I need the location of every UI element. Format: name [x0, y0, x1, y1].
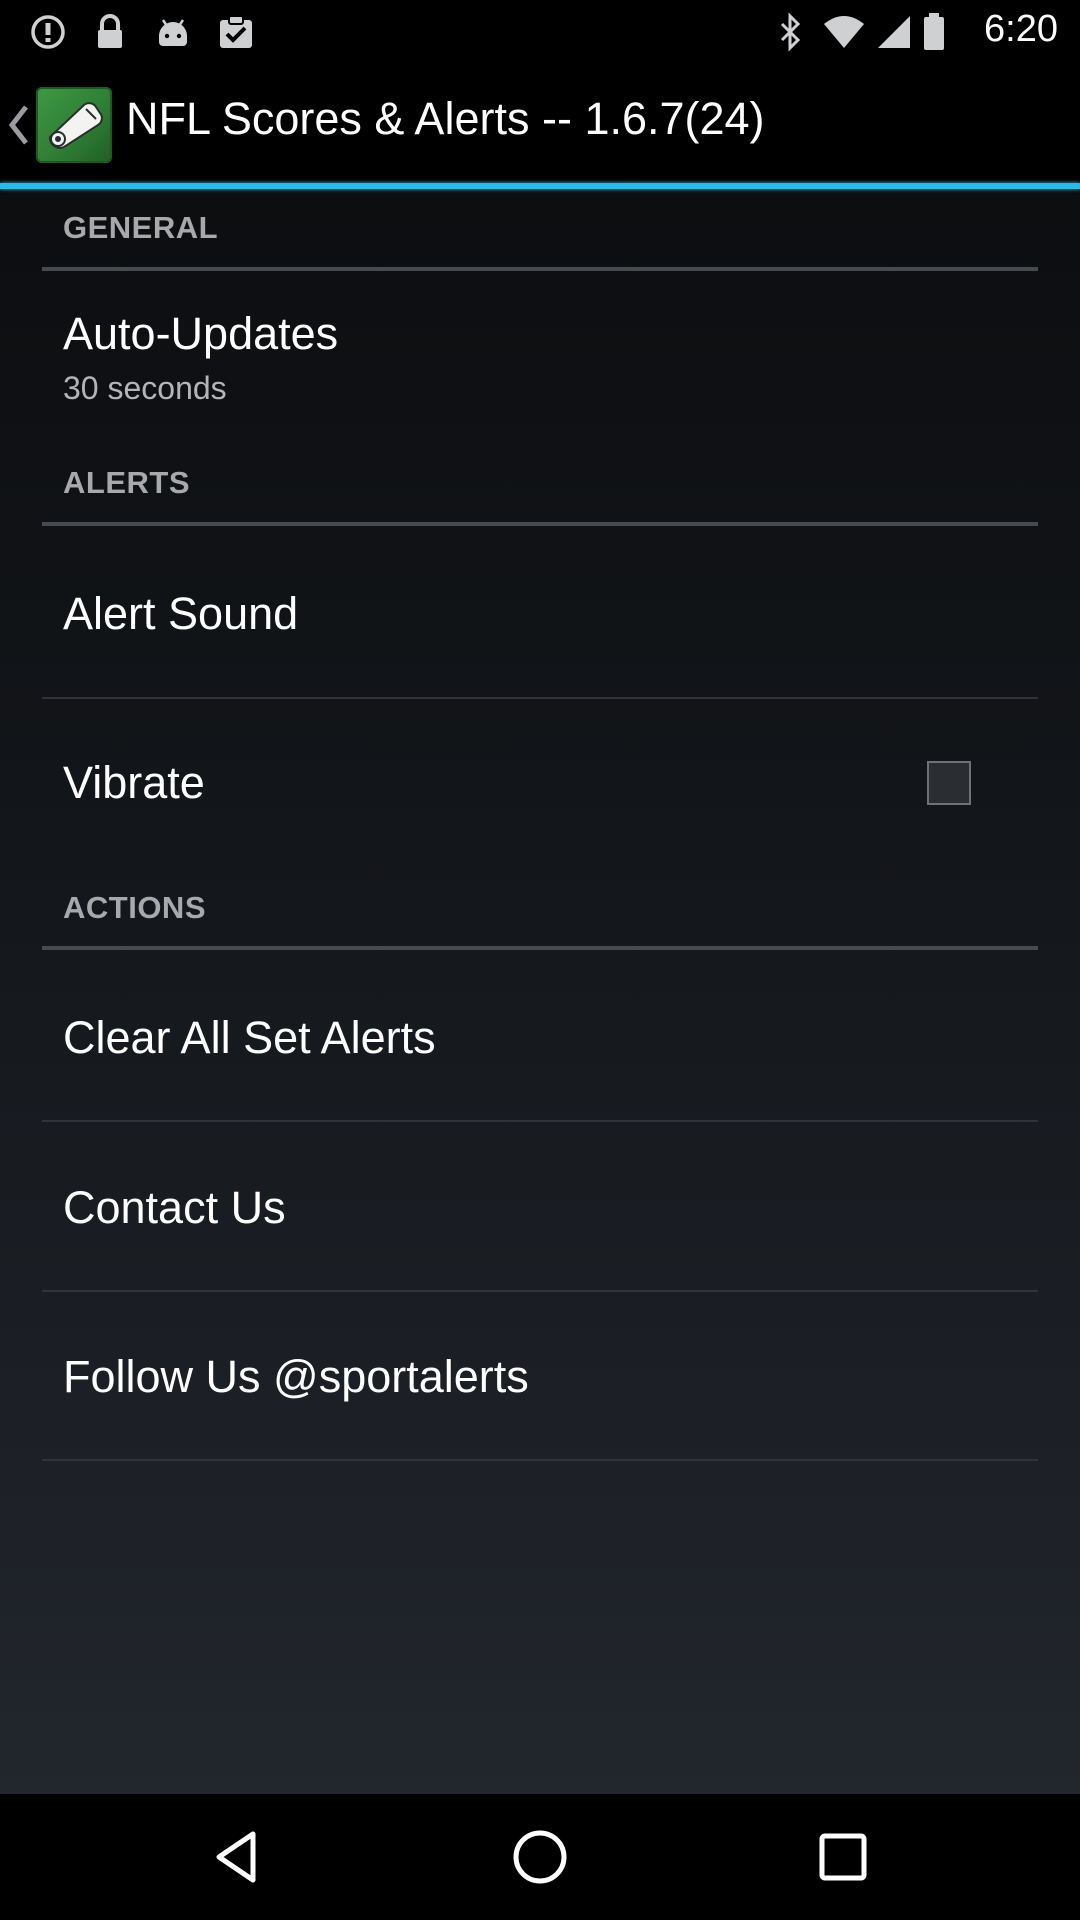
follow-us-title: Follow Us @sportalerts	[63, 1351, 529, 1402]
section-divider-general	[42, 267, 1038, 271]
battery-icon	[924, 13, 944, 50]
status-bar: 6:20	[0, 0, 1080, 63]
vibrate-checkbox[interactable]	[927, 761, 971, 805]
recents-icon[interactable]	[810, 1824, 876, 1890]
status-time: 6:20	[984, 8, 1058, 50]
section-divider-actions	[42, 946, 1038, 950]
divider	[42, 697, 1038, 699]
bluetooth-icon	[780, 12, 801, 52]
home-icon[interactable]	[507, 1824, 573, 1890]
action-bar: NFL Scores & Alerts -- 1.6.7(24)	[0, 63, 1080, 183]
back-icon[interactable]	[205, 1824, 271, 1890]
alert-sound-title: Alert Sound	[63, 588, 299, 639]
clipboard-check-icon	[220, 15, 252, 48]
info-icon	[31, 15, 65, 49]
divider	[42, 1290, 1038, 1292]
auto-updates-title: Auto-Updates	[63, 308, 339, 359]
section-header-alerts: ALERTS	[63, 465, 190, 500]
section-header-actions: ACTIONS	[63, 890, 206, 925]
settings-screen: NFL Scores & Alerts -- 1.6.7(24) GENERAL…	[0, 63, 1080, 1794]
signal-icon	[878, 16, 910, 48]
contact-us-title: Contact Us	[63, 1182, 286, 1233]
divider	[42, 1120, 1038, 1122]
divider	[42, 1459, 1038, 1461]
action-bar-accent-line	[0, 183, 1080, 189]
vibrate-title: Vibrate	[63, 757, 205, 808]
android-icon	[159, 19, 187, 46]
page-title: NFL Scores & Alerts -- 1.6.7(24)	[126, 93, 765, 144]
lock-icon	[98, 14, 122, 48]
clear-all-alerts-title: Clear All Set Alerts	[63, 1012, 436, 1063]
back-caret-icon[interactable]	[6, 103, 32, 147]
app-whistle-icon[interactable]	[36, 87, 112, 163]
navigation-bar	[0, 1794, 1080, 1920]
section-header-general: GENERAL	[63, 210, 219, 245]
auto-updates-summary: 30 seconds	[63, 370, 227, 406]
wifi-icon	[824, 16, 864, 48]
section-divider-alerts	[42, 522, 1038, 526]
